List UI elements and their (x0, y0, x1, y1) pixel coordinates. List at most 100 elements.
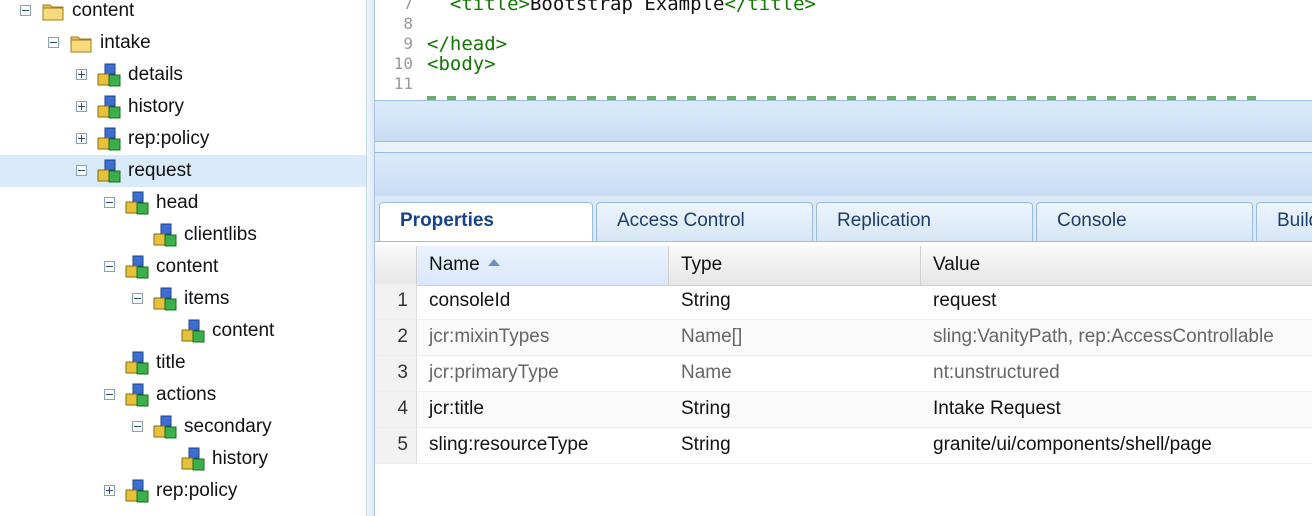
collapse-icon[interactable] (132, 421, 143, 432)
property-name[interactable]: sling:resourceType (417, 428, 669, 463)
tree-node-history[interactable]: history (0, 91, 366, 123)
line-number-gutter: 7 8 9 10 11 (375, 0, 417, 100)
code-line: </head> (427, 33, 508, 55)
property-type[interactable]: String (669, 284, 921, 319)
tree-node-head[interactable]: head (0, 187, 366, 219)
tree-node-secondary[interactable]: secondary (0, 411, 366, 443)
column-header-type[interactable]: Type (669, 246, 921, 285)
tree-node-label: clientlibs (184, 224, 257, 245)
tree-node-intake[interactable]: intake (0, 27, 366, 59)
tab-replication[interactable]: Replication (816, 202, 1033, 241)
line-number: 11 (393, 74, 413, 93)
table-row[interactable]: 4 jcr:title String Intake Request (375, 392, 1312, 428)
collapse-icon[interactable] (132, 293, 143, 304)
tree-node-label: rep:policy (128, 128, 210, 149)
tree-node-title[interactable]: title (0, 347, 366, 379)
repository-tree[interactable]: content intake details history rep:policy req… (0, 0, 366, 516)
node-icon (124, 478, 150, 504)
sort-ascending-icon (487, 259, 500, 267)
tree-node-label: history (128, 96, 184, 117)
expand-icon[interactable] (104, 485, 115, 496)
line-number: 8 (403, 14, 413, 33)
tree-node-content[interactable]: content (0, 251, 366, 283)
property-type[interactable]: Name[] (669, 320, 921, 355)
property-value[interactable]: granite/ui/components/shell/page (921, 428, 1312, 463)
property-value[interactable]: sling:VanityPath, rep:AccessControllable (921, 320, 1312, 355)
property-value[interactable]: nt:unstructured (921, 356, 1312, 391)
tree-node-history[interactable]: history (0, 443, 366, 475)
tree-node-details[interactable]: details (0, 59, 366, 91)
table-row[interactable]: 5 sling:resourceType String granite/ui/comp… (375, 428, 1312, 464)
property-type[interactable]: String (669, 428, 921, 463)
tree-node-label: content (212, 320, 275, 341)
tree-node-label: head (156, 192, 199, 213)
collapse-icon[interactable] (20, 5, 31, 16)
tree-node-label: details (128, 64, 183, 85)
property-type[interactable]: Name (669, 356, 921, 391)
tab-build[interactable]: Build (1256, 202, 1312, 241)
property-name[interactable]: jcr:title (417, 392, 669, 427)
node-icon (180, 318, 206, 344)
tree-node-items[interactable]: items (0, 283, 366, 315)
node-icon (124, 254, 150, 280)
tree-node-rep-policy[interactable]: rep:policy (0, 123, 366, 155)
column-header-name-label: Name (429, 254, 480, 275)
tree-node-content[interactable]: content (0, 315, 366, 347)
property-value[interactable]: Intake Request (921, 392, 1312, 427)
table-row[interactable]: 2 jcr:mixinTypes Name[] sling:VanityPath, r… (375, 320, 1312, 356)
expand-icon[interactable] (76, 101, 87, 112)
properties-tabstrip: Properties Access Control Replication Co… (375, 196, 1312, 242)
tree-node-label: items (184, 288, 230, 309)
tree-node-label: intake (100, 32, 151, 53)
property-name[interactable]: consoleId (417, 284, 669, 319)
node-icon (124, 350, 150, 376)
node-icon (124, 190, 150, 216)
table-row[interactable]: 3 jcr:primaryType Name nt:unstructured (375, 356, 1312, 392)
tree-node-label: request (128, 160, 192, 181)
panel-splitter[interactable] (366, 0, 375, 516)
property-name[interactable]: jcr:primaryType (417, 356, 669, 391)
code-line: <title>Bootstrap Example</title> (449, 0, 816, 15)
tree-node-label: rep:policy (156, 480, 238, 501)
code-editor[interactable]: 7 8 9 10 11 <title>Bootstrap Example</title>… (375, 0, 1312, 100)
row-number: 2 (375, 320, 417, 355)
node-icon (96, 158, 122, 184)
property-name[interactable]: jcr:mixinTypes (417, 320, 669, 355)
tree-node-request[interactable]: request (0, 155, 366, 187)
tree-node-label: content (156, 256, 219, 277)
line-number: 9 (403, 34, 413, 53)
editor-status-bar (375, 100, 1312, 142)
collapse-icon[interactable] (104, 261, 115, 272)
node-icon (96, 94, 122, 120)
code-line: <body> (427, 53, 496, 75)
node-icon (96, 62, 122, 88)
property-value[interactable]: request (921, 284, 1312, 319)
tree-node-label: title (156, 352, 186, 373)
row-number: 5 (375, 428, 417, 463)
node-icon (152, 286, 178, 312)
tab-access-control[interactable]: Access Control (596, 202, 813, 241)
properties-grid[interactable]: Name Type Value 1 consoleId String request 2… (375, 242, 1312, 516)
row-number: 4 (375, 392, 417, 427)
tree-node-content[interactable]: content (0, 0, 366, 27)
tree-node-rep-policy[interactable]: rep:policy (0, 475, 366, 507)
tree-node-actions[interactable]: actions (0, 379, 366, 411)
collapse-icon[interactable] (48, 37, 59, 48)
property-type[interactable]: String (669, 392, 921, 427)
column-header-value[interactable]: Value (921, 246, 1312, 285)
tree-node-label: actions (156, 384, 217, 405)
table-row[interactable]: 1 consoleId String request (375, 284, 1312, 320)
collapse-icon[interactable] (104, 197, 115, 208)
tree-node-label: content (72, 0, 135, 21)
tab-console[interactable]: Console (1036, 202, 1253, 241)
tab-properties[interactable]: Properties (379, 202, 593, 241)
collapse-icon[interactable] (76, 165, 87, 176)
expand-icon[interactable] (76, 69, 87, 80)
expand-icon[interactable] (76, 133, 87, 144)
node-icon (124, 382, 150, 408)
node-icon (96, 126, 122, 152)
tree-node-clientlibs[interactable]: clientlibs (0, 219, 366, 251)
collapse-icon[interactable] (104, 389, 115, 400)
column-header-name[interactable]: Name (417, 246, 669, 285)
row-number: 1 (375, 284, 417, 319)
